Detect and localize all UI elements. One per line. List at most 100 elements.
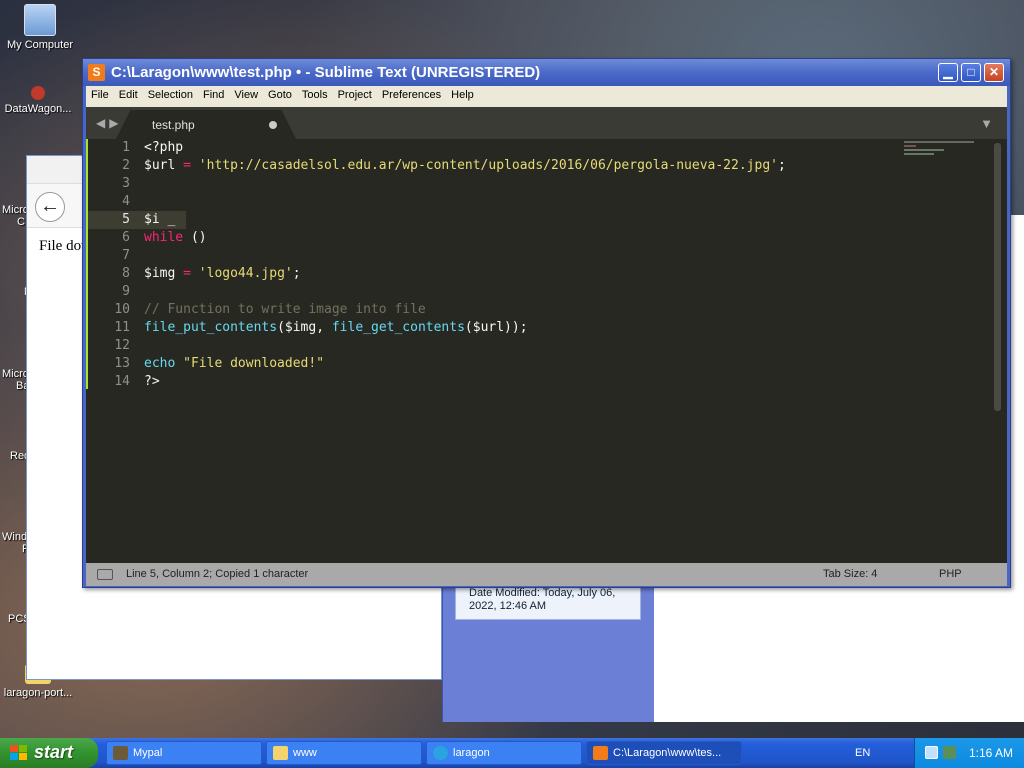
status-bar: Line 5, Column 2; Copied 1 character Tab…: [86, 563, 1007, 586]
sublime-icon: S: [88, 64, 105, 81]
git-gutter-marker: [86, 139, 88, 389]
menu-view[interactable]: View: [229, 86, 263, 101]
code-token: "File downloaded!": [183, 356, 325, 371]
background-explorer-content: [654, 584, 1024, 722]
taskbar-item-www[interactable]: www: [266, 741, 422, 765]
menu-project[interactable]: Project: [333, 86, 377, 101]
taskbar-item-label: C:\Laragon\www\tes...: [613, 747, 722, 759]
sublime-icon: [593, 746, 608, 760]
code-line[interactable]: echo "File downloaded!": [144, 355, 786, 373]
line-number: 9: [122, 284, 130, 299]
menu-file[interactable]: File: [86, 86, 114, 101]
code-line[interactable]: ?>: [144, 373, 786, 391]
code-text[interactable]: <?php $url = 'http://casadelsol.edu.ar/wp…: [144, 139, 786, 391]
line-number: 10: [114, 302, 130, 317]
code-line[interactable]: // Function to write image into file: [144, 301, 786, 319]
language-indicator[interactable]: EN: [855, 747, 870, 759]
code-editor[interactable]: 1 2 3 4 5 6 7 8 9 10 11 12 13 14 <?php $url = 'http://…: [86, 139, 1007, 563]
mypal-icon: [113, 746, 128, 760]
code-token: ($img,: [277, 320, 332, 335]
taskbar-item-label: Mypal: [133, 747, 163, 759]
code-line[interactable]: [144, 283, 786, 301]
taskbar-item-laragon[interactable]: laragon: [426, 741, 582, 765]
taskbar-item-label: laragon: [453, 747, 490, 759]
code-line[interactable]: file_put_contents($img, file_get_content…: [144, 319, 786, 337]
status-text: Line 5, Column 2; Copied 1 character: [126, 568, 309, 580]
code-token: while: [144, 230, 184, 245]
menu-goto[interactable]: Goto: [263, 86, 297, 101]
menu-help[interactable]: Help: [446, 86, 479, 101]
menu-bar: File Edit Selection Find View Goto Tools Projec…: [86, 86, 1007, 107]
code-line[interactable]: [144, 337, 786, 355]
code-line[interactable]: $img = 'logo44.jpg';: [144, 265, 786, 283]
folder-icon: [273, 746, 288, 760]
start-label: start: [34, 742, 74, 762]
menu-selection[interactable]: Selection: [143, 86, 198, 101]
desktop-icon-partial-label[interactable]: Micro: [2, 204, 29, 216]
line-number: 12: [114, 338, 130, 353]
minimize-button[interactable]: ▁: [938, 63, 958, 82]
desktop-icon-partial-label[interactable]: C: [17, 216, 25, 228]
menu-tools[interactable]: Tools: [297, 86, 333, 101]
code-line[interactable]: [144, 193, 786, 211]
code-token: echo: [144, 356, 176, 371]
code-line[interactable]: $i _: [144, 211, 786, 229]
start-button[interactable]: start: [0, 738, 98, 768]
line-number: 5: [122, 212, 130, 227]
line-number: 3: [122, 176, 130, 191]
line-number: 6: [122, 230, 130, 245]
tab-size-indicator[interactable]: Tab Size: 4: [823, 568, 877, 580]
code-token: $url: [144, 158, 176, 173]
desktop-icon-my-computer[interactable]: My Computer: [0, 4, 80, 51]
minimap[interactable]: [904, 141, 984, 171]
unsaved-dot-icon[interactable]: [269, 121, 277, 129]
taskbar-item-label: www: [293, 747, 317, 759]
line-number: 11: [114, 320, 130, 335]
desktop-icon-partial-label[interactable]: Micro: [2, 368, 29, 380]
back-button[interactable]: ←: [35, 192, 65, 222]
laragon-tray-icon[interactable]: [943, 746, 956, 759]
arrow-left-icon: ←: [40, 195, 60, 217]
syntax-indicator[interactable]: PHP: [939, 568, 962, 580]
file-details: Date Modified: Today, July 06, 2022, 12:…: [455, 584, 641, 620]
menu-preferences[interactable]: Preferences: [377, 86, 446, 101]
menu-find[interactable]: Find: [198, 86, 229, 101]
menu-edit[interactable]: Edit: [114, 86, 143, 101]
maximize-button[interactable]: □: [961, 63, 981, 82]
code-line[interactable]: [144, 175, 786, 193]
code-line[interactable]: <?php: [144, 139, 786, 157]
windows-flag-icon: [10, 745, 28, 761]
close-button[interactable]: ✕: [984, 63, 1004, 82]
line-number: 8: [122, 266, 130, 281]
desktop-icon-label: laragon-port...: [3, 687, 73, 699]
desktop-icon-datawagon[interactable]: DataWagon...: [0, 86, 78, 115]
code-token: <?php: [144, 140, 184, 155]
clock: 1:16 AM: [969, 746, 1014, 760]
sublime-text-window[interactable]: S C:\Laragon\www\test.php • - Sublime Te…: [82, 58, 1011, 588]
code-line[interactable]: $url = 'http://casadelsol.edu.ar/wp-cont…: [144, 157, 786, 175]
code-token: file_put_contents: [144, 320, 278, 335]
vertical-scrollbar[interactable]: [994, 143, 1001, 411]
tab-label: test.php: [152, 118, 195, 132]
code-token: // Function to write image into file: [144, 302, 426, 317]
tab-nav-arrows-icon[interactable]: ◀▶: [96, 116, 122, 130]
panel-toggle-icon[interactable]: [97, 569, 113, 580]
line-number: 1: [122, 140, 130, 155]
title-bar[interactable]: S C:\Laragon\www\test.php • - Sublime Te…: [83, 59, 1010, 86]
taskbar-item-mypal[interactable]: Mypal: [106, 741, 262, 765]
code-line[interactable]: [144, 247, 786, 265]
network-icon[interactable]: [925, 746, 938, 759]
chevron-down-icon[interactable]: ▼: [980, 116, 993, 131]
code-token: $img: [144, 266, 176, 281]
desktop-icon-label: DataWagon...: [4, 103, 72, 115]
laragon-icon: [433, 746, 448, 760]
code-token: ($url));: [464, 320, 528, 335]
datawagon-icon: [31, 86, 45, 100]
tab-bar: ◀▶ test.php ▼: [86, 107, 1007, 139]
code-token: 'logo44.jpg': [198, 266, 293, 281]
taskbar-item-sublime[interactable]: C:\Laragon\www\tes...: [586, 741, 742, 765]
tab-test-php[interactable]: test.php: [116, 110, 296, 139]
desktop-icon-label: My Computer: [6, 39, 74, 51]
code-line[interactable]: while (): [144, 229, 786, 247]
